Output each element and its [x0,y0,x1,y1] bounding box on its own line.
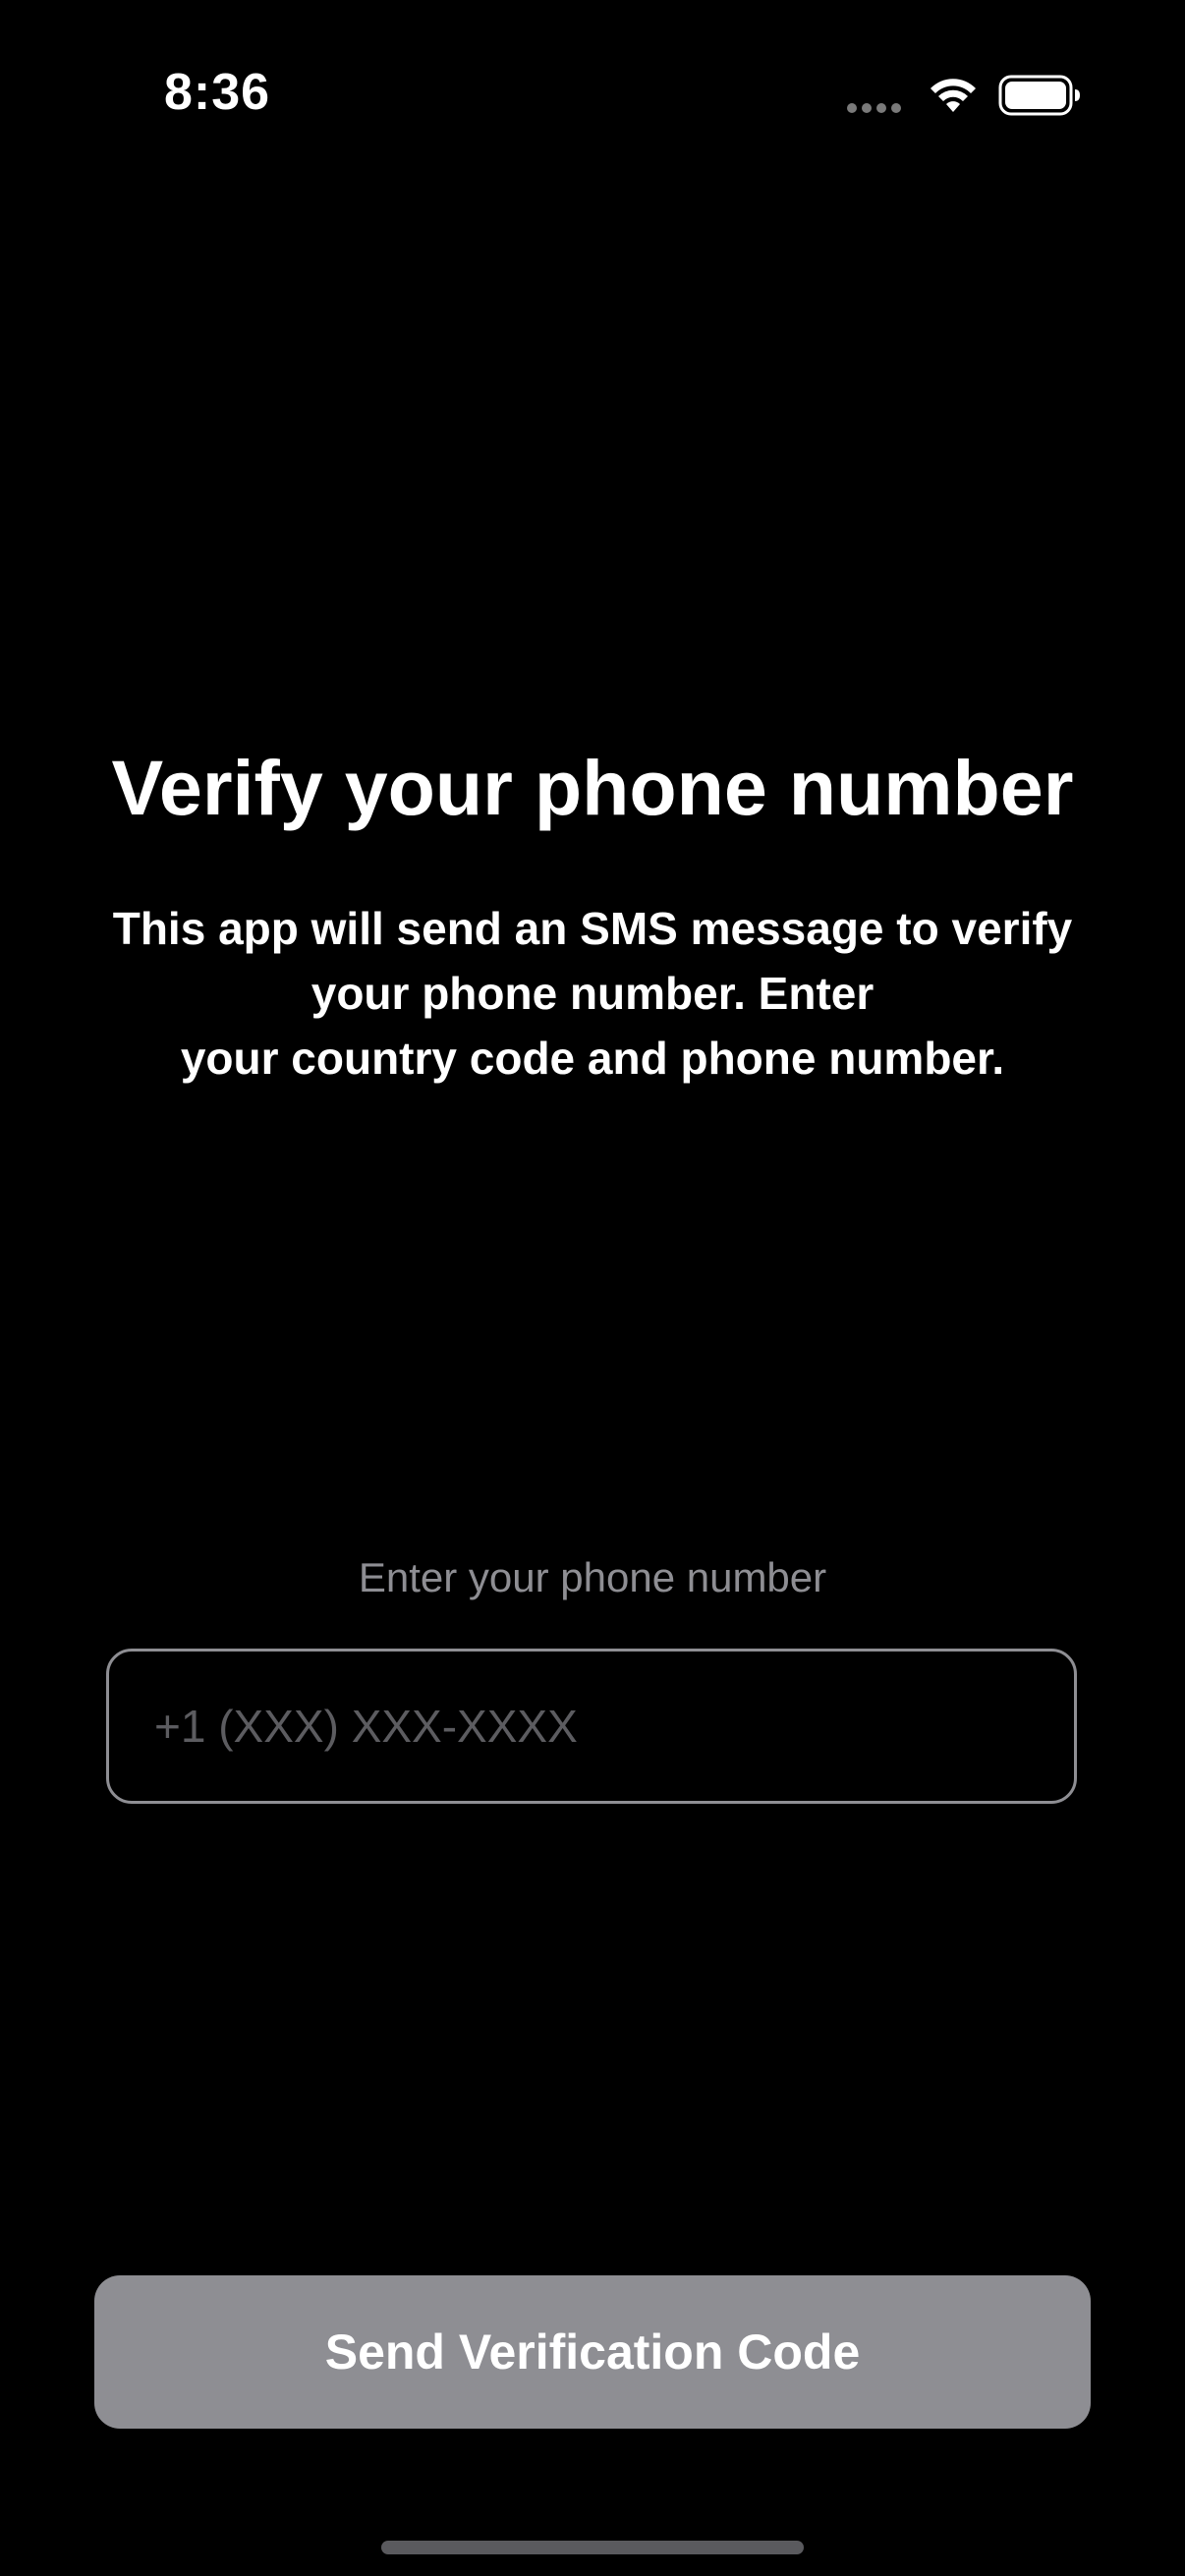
cellular-signal-icon [847,102,906,114]
description-text: This app will send an SMS message to ver… [59,896,1126,1091]
wifi-icon [931,79,976,112]
status-bar: 8:36 [0,0,1185,187]
home-indicator [381,2541,804,2554]
status-time: 8:36 [164,64,271,121]
description-line: your phone number. Enter [310,968,875,1019]
send-verification-code-button[interactable]: Send Verification Code [94,2275,1091,2429]
description-line: This app will send an SMS message to ver… [112,903,1073,954]
page-title: Verify your phone number [111,743,1074,831]
phone-number-input[interactable] [106,1649,1077,1804]
phone-input-label: Enter your phone number [358,1554,827,1600]
description-line: your country code and phone number. [180,1033,1005,1084]
battery-icon [998,75,1080,116]
